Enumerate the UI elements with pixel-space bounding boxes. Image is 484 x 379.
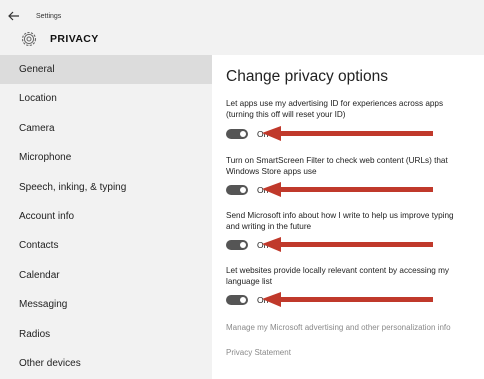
page-title: PRIVACY bbox=[50, 33, 99, 45]
sidebar-item-account-info[interactable]: Account info bbox=[0, 202, 212, 231]
section-title: Change privacy options bbox=[226, 68, 388, 85]
description-line: language list bbox=[226, 276, 272, 286]
language-list-toggle[interactable] bbox=[226, 295, 248, 305]
sidebar-item-contacts[interactable]: Contacts bbox=[0, 231, 212, 260]
advertising-id-toggle[interactable] bbox=[226, 129, 248, 139]
gear-icon bbox=[20, 30, 38, 48]
language-list-description: Let websites provide locally relevant co… bbox=[226, 266, 484, 287]
toggle-state-label: On bbox=[257, 295, 269, 305]
smartscreen-toggle-row: On bbox=[226, 185, 268, 195]
description-line: and writing in the future bbox=[226, 221, 312, 231]
sidebar-item-label: Camera bbox=[19, 122, 55, 134]
sidebar-item-camera[interactable]: Camera bbox=[0, 114, 212, 143]
sidebar-item-label: Radios bbox=[19, 328, 51, 340]
typing-info-description: Send Microsoft info about how I write to… bbox=[226, 211, 484, 232]
sidebar-item-label: Messaging bbox=[19, 299, 68, 311]
typing-info-toggle-row: On bbox=[226, 240, 268, 250]
sidebar-item-general[interactable]: General bbox=[0, 55, 212, 85]
manage-advertising-link[interactable]: Manage my Microsoft advertising and othe… bbox=[226, 323, 451, 332]
language-list-toggle-row: On bbox=[226, 295, 268, 305]
toggle-knob bbox=[240, 297, 246, 303]
sidebar: General Location Camera Microphone Speec… bbox=[0, 55, 212, 379]
title-bar: Settings bbox=[8, 9, 61, 23]
advertising-id-toggle-row: On bbox=[226, 129, 268, 139]
toggle-knob bbox=[240, 242, 246, 248]
smartscreen-toggle[interactable] bbox=[226, 185, 248, 195]
sidebar-item-speech[interactable]: Speech, inking, & typing bbox=[0, 173, 212, 202]
description-line: Send Microsoft info about how I write to… bbox=[226, 211, 454, 220]
page-header: PRIVACY bbox=[20, 30, 99, 48]
sidebar-item-messaging[interactable]: Messaging bbox=[0, 290, 212, 319]
toggle-state-label: On bbox=[257, 185, 269, 195]
sidebar-item-label: Location bbox=[19, 93, 57, 105]
sidebar-item-label: Other devices bbox=[19, 357, 81, 369]
main-panel: Change privacy options Let apps use my a… bbox=[226, 55, 484, 379]
sidebar-item-label: Account info bbox=[19, 210, 75, 222]
toggle-knob bbox=[240, 187, 246, 193]
sidebar-item-label: Contacts bbox=[19, 240, 59, 252]
sidebar-item-label: General bbox=[19, 64, 55, 75]
toggle-knob bbox=[240, 131, 246, 137]
sidebar-item-label: Speech, inking, & typing bbox=[19, 181, 127, 193]
sidebar-item-microphone[interactable]: Microphone bbox=[0, 143, 212, 172]
sidebar-item-label: Microphone bbox=[19, 152, 72, 164]
back-arrow-icon[interactable] bbox=[8, 10, 22, 22]
sidebar-item-other-devices[interactable]: Other devices bbox=[0, 349, 212, 378]
sidebar-item-label: Calendar bbox=[19, 269, 60, 281]
typing-info-toggle[interactable] bbox=[226, 240, 248, 250]
description-line: Let websites provide locally relevant co… bbox=[226, 266, 449, 275]
app-title: Settings bbox=[36, 12, 62, 20]
smartscreen-description: Turn on SmartScreen Filter to check web … bbox=[226, 156, 484, 177]
sidebar-item-calendar[interactable]: Calendar bbox=[0, 261, 212, 290]
toggle-state-label: On bbox=[257, 129, 269, 139]
header-bar: Settings PRIVACY bbox=[0, 0, 484, 55]
sidebar-item-radios[interactable]: Radios bbox=[0, 320, 212, 349]
description-line: Windows Store apps use bbox=[226, 166, 317, 176]
advertising-id-description: Let apps use my advertising ID for exper… bbox=[226, 99, 484, 120]
description-line: (turning this off will reset your ID) bbox=[226, 109, 346, 119]
toggle-state-label: On bbox=[257, 240, 269, 250]
sidebar-item-location[interactable]: Location bbox=[0, 84, 212, 113]
description-line: Turn on SmartScreen Filter to check web … bbox=[226, 156, 448, 165]
privacy-statement-link[interactable]: Privacy Statement bbox=[226, 348, 291, 357]
description-line: Let apps use my advertising ID for exper… bbox=[226, 99, 444, 108]
